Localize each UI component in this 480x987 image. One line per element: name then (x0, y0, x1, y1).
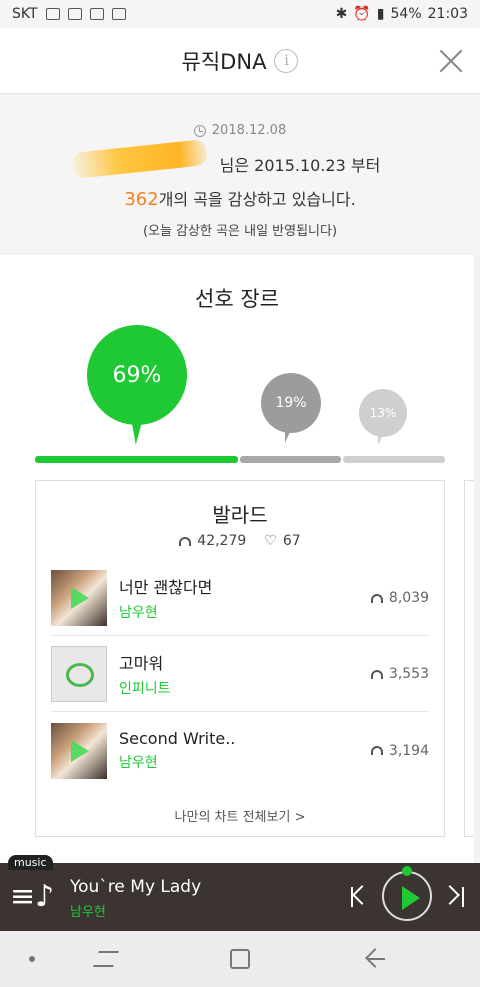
summary-line1: 님은 2015.10.23 부터 (0, 139, 480, 179)
summary-date: 2018.12.08 (0, 123, 480, 138)
song-artist[interactable]: 남우현 (119, 602, 371, 622)
page-title: 뮤직DNA (181, 49, 267, 74)
bubble-tail (285, 425, 293, 443)
genre-name: 발라드 (212, 503, 268, 527)
home-icon[interactable] (230, 949, 250, 969)
song-artist[interactable]: 남우현 (119, 752, 371, 772)
listen-count: 42,279 (197, 533, 247, 549)
status-bar: SKT ✱ ⏰ ▮ 54% 21:03 (0, 0, 480, 28)
date-text: 2018.12.08 (211, 123, 287, 138)
genre-card[interactable]: 발라드 42,279 ♡ 67 너만 괜찮다면 남우현 8,039 고마워 인피… (35, 480, 445, 837)
song-title: 고마워 (119, 654, 164, 673)
clock-icon (193, 124, 206, 137)
play-icon (402, 886, 420, 910)
play-icon (71, 587, 89, 609)
preferred-genre-section: 선호 장르 69% 19% 13% 발라드 42,279 ♡ 67 너만 괜찮다… (0, 255, 474, 865)
summary-note: (오늘 감상한 곡은 내일 반영됩니다) (142, 224, 338, 239)
genre-percent-3: 13% (369, 406, 397, 420)
previous-track-icon[interactable] (352, 885, 372, 905)
genre-share-bar (35, 456, 445, 463)
bluetooth-icon: ✱ (335, 6, 348, 22)
now-playing-title[interactable]: You`re My Lady (70, 877, 201, 897)
battery-label: 54% (390, 6, 422, 22)
like-count: 67 (282, 533, 301, 549)
app-icon (89, 8, 104, 20)
close-icon[interactable] (438, 48, 464, 74)
genre-stats: 42,279 ♡ 67 (36, 533, 444, 549)
genre-percent-1: 69% (112, 362, 162, 388)
song-plays: 3,553 (370, 666, 429, 682)
next-genre-card-peek[interactable] (464, 480, 474, 837)
talk-icon (111, 8, 126, 20)
header: 뮤직DNA i (0, 28, 480, 94)
genre-bar-segment-3 (343, 456, 445, 463)
album-logo (66, 663, 94, 687)
play-button[interactable] (382, 871, 432, 921)
signal-icon: ▮ (376, 6, 385, 22)
song-plays: 3,194 (370, 742, 429, 759)
headphone-icon (370, 746, 383, 755)
notification-icon (45, 8, 60, 20)
album-art[interactable] (51, 722, 107, 779)
genre-percent-2: 19% (275, 395, 307, 411)
system-nav-bar (0, 931, 480, 987)
clock-label: 21:03 (427, 6, 468, 22)
play-icon (71, 739, 89, 762)
alarm-icon: ⏰ (353, 6, 371, 22)
mini-player[interactable]: music ≡♪ You`re My Lady 남우현 (0, 855, 480, 931)
play-count: 8,039 (388, 590, 429, 606)
section-title: 선호 장르 (195, 287, 279, 311)
carrier-label: SKT (12, 6, 38, 22)
music-tag: music (8, 855, 53, 870)
headphone-icon (179, 536, 192, 546)
song-row[interactable]: 고마워 인피니트 3,553 (51, 637, 429, 712)
song-count: 362 (124, 189, 159, 210)
song-title: Second Write.. (119, 729, 236, 748)
song-title: 너만 괜찮다면 (119, 578, 213, 597)
genre-bubble-1[interactable]: 69% (87, 325, 187, 445)
back-icon-stem (367, 958, 385, 960)
song-plays: 8,039 (370, 590, 429, 606)
bubble-tail (130, 413, 150, 445)
since-text: 님은 2015.10.23 부터 (219, 156, 381, 175)
count-suffix: 개의 곡을 감상하고 있습니다. (158, 190, 356, 209)
genre-bar-segment-1 (35, 456, 238, 463)
nav-dot-icon[interactable] (29, 956, 35, 962)
next-track-icon[interactable] (440, 885, 460, 905)
heart-icon: ♡ (264, 533, 277, 549)
bubble-tail (378, 431, 385, 445)
youtube-icon (67, 8, 82, 20)
play-count: 3,194 (388, 742, 429, 759)
info-icon[interactable]: i (274, 48, 299, 73)
genre-bubble-3[interactable]: 13% (359, 389, 407, 445)
genre-bar-segment-2 (239, 456, 342, 463)
redacted-username (71, 139, 208, 179)
song-artist[interactable]: 인피니트 (119, 678, 371, 698)
now-playing-artist[interactable]: 남우현 (70, 901, 106, 920)
headphone-icon (370, 593, 383, 603)
summary-line2: 362개의 곡을 감상하고 있습니다. (0, 186, 480, 210)
genre-bubble-2[interactable]: 19% (261, 373, 321, 443)
headphone-icon (370, 669, 383, 679)
progress-indicator (402, 866, 412, 876)
album-art[interactable] (51, 646, 107, 702)
previous-bar (351, 887, 353, 907)
song-row[interactable]: Second Write.. 남우현 3,194 (51, 713, 429, 788)
album-art[interactable] (51, 570, 107, 626)
next-bar (462, 887, 464, 907)
recent-apps-icon[interactable] (93, 951, 119, 967)
playlist-icon[interactable]: ≡♪ (10, 879, 54, 915)
song-row[interactable]: 너만 괜찮다면 남우현 8,039 (51, 561, 429, 636)
listening-summary: 2018.12.08 님은 2015.10.23 부터 362개의 곡을 감상하… (0, 95, 480, 253)
play-count: 3,553 (388, 666, 429, 682)
view-full-chart-link[interactable]: 나만의 차트 전체보기 > (36, 806, 444, 825)
